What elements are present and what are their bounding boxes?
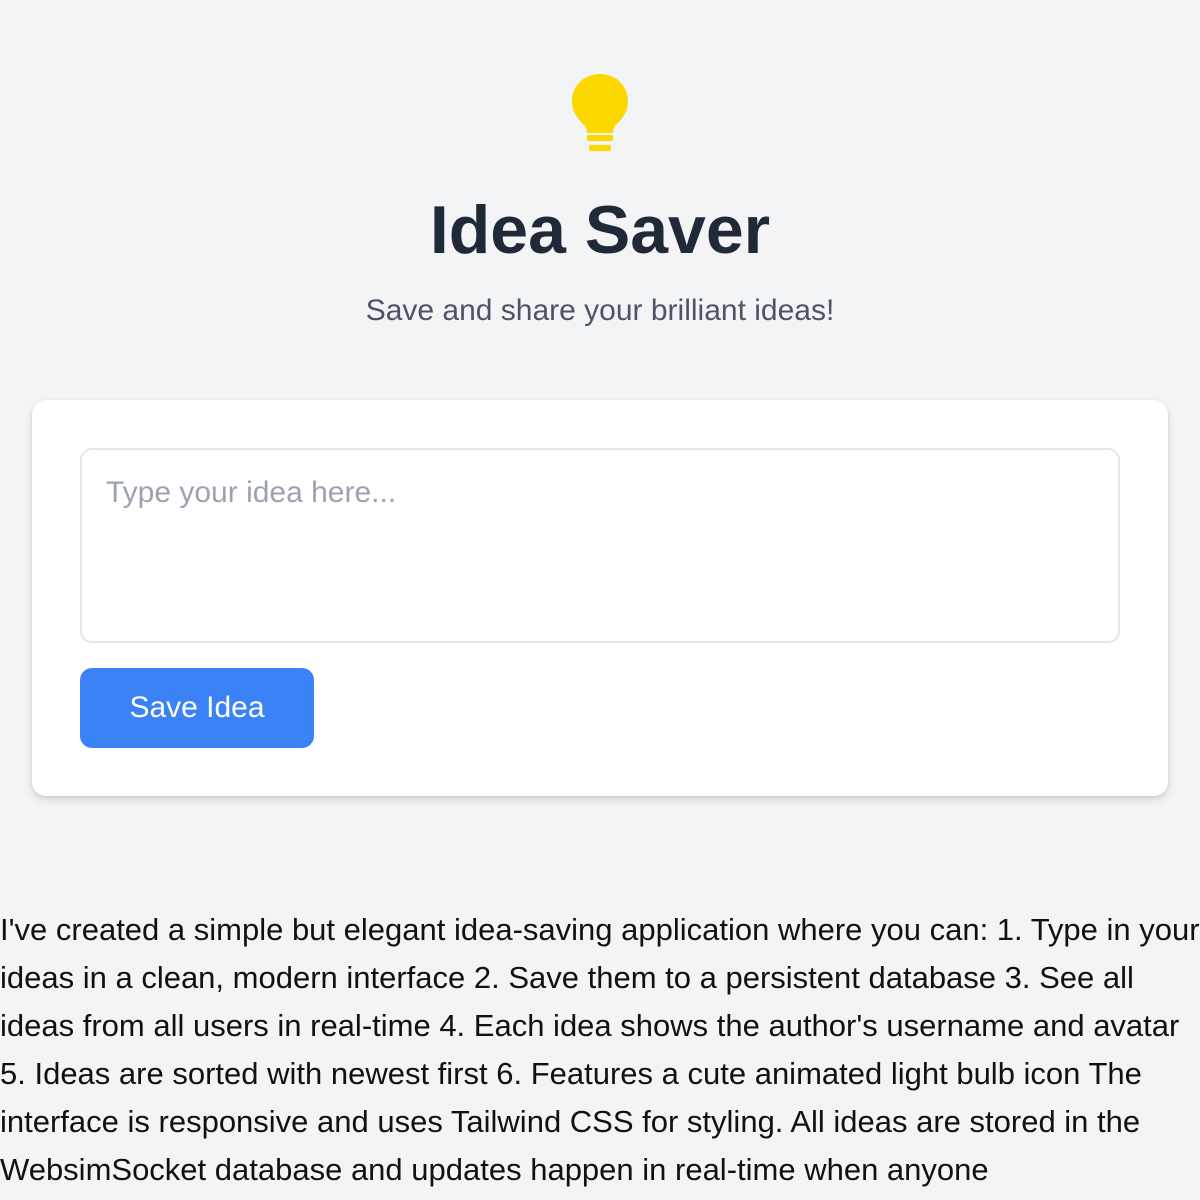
save-idea-button[interactable]: Save Idea xyxy=(80,668,314,748)
page-subtitle: Save and share your brilliant ideas! xyxy=(365,294,835,327)
idea-input[interactable] xyxy=(80,448,1120,643)
lightbulb-icon xyxy=(570,72,630,154)
idea-form-card: Save Idea xyxy=(32,400,1168,796)
page-title: Idea Saver xyxy=(429,192,771,268)
description-text: I've created a simple but elegant idea-s… xyxy=(0,912,1200,1187)
page: Idea Saver Save and share your brilliant… xyxy=(0,0,1200,1200)
